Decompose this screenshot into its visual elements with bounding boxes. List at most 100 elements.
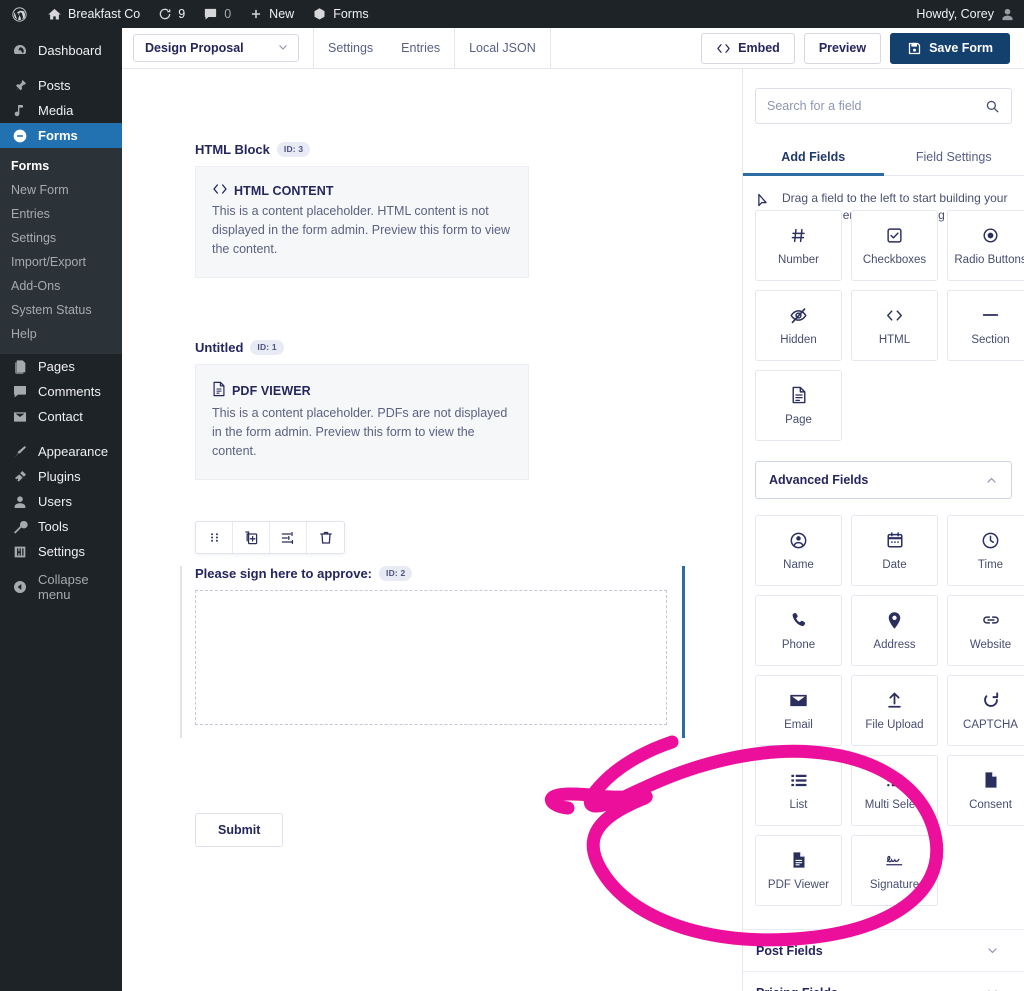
form-canvas[interactable]: HTML Block ID: 3 HTML CONTENT This is a … <box>122 69 742 991</box>
field-card-website[interactable]: Website <box>947 595 1024 666</box>
submenu-item-forms[interactable]: Forms <box>0 154 122 178</box>
field-card-address[interactable]: Address <box>851 595 938 666</box>
field-card-section[interactable]: Section <box>947 290 1024 361</box>
field-action-toolbar[interactable] <box>195 521 345 554</box>
sidebar-item-contact[interactable]: Contact <box>0 404 122 429</box>
field-card-html[interactable]: HTML <box>851 290 938 361</box>
submenu-item-help[interactable]: Help <box>0 322 122 346</box>
signature-drawing-area[interactable] <box>195 590 667 725</box>
form-field-pdf-viewer[interactable]: Untitled ID: 1 PDF VIEWER This is a cont… <box>195 340 529 480</box>
sidebar-item-label: Appearance <box>38 444 109 459</box>
captcha-icon <box>982 690 1000 710</box>
settings-icon <box>11 544 29 560</box>
updates-link[interactable]: 9 <box>149 0 194 28</box>
sidebar-item-collapse-menu[interactable]: Collapse menu <box>0 571 122 602</box>
sidebar-item-media[interactable]: Media <box>0 98 122 123</box>
trash-icon[interactable] <box>307 522 344 553</box>
field-card-name[interactable]: Name <box>755 515 842 586</box>
accordion-label: Post Fields <box>756 943 823 958</box>
comments-link[interactable]: 0 <box>194 0 240 28</box>
document-icon <box>212 381 226 400</box>
toolbar-link-entries[interactable]: Entries <box>387 28 454 69</box>
submenu-item-new-form[interactable]: New Form <box>0 178 122 202</box>
accordion-pricing-fields[interactable]: Pricing Fields <box>743 971 1024 991</box>
search-box[interactable] <box>755 88 1012 124</box>
sidebar-item-forms[interactable]: Forms <box>0 123 122 148</box>
new-content-link[interactable]: New <box>240 0 303 28</box>
field-card-pdf-viewer[interactable]: PDF Viewer <box>755 835 842 906</box>
phone-icon <box>790 610 808 630</box>
sidebar-item-users[interactable]: Users <box>0 489 122 514</box>
field-card-checkboxes[interactable]: Checkboxes <box>851 210 938 281</box>
sidebar-item-label: Comments <box>38 384 101 399</box>
sidebar-item-appearance[interactable]: Appearance <box>0 439 122 464</box>
forms-icon <box>11 128 29 144</box>
submenu-item-system-status[interactable]: System Status <box>0 298 122 322</box>
site-name-link[interactable]: Breakfast Co <box>38 0 149 28</box>
tab-field-settings[interactable]: Field Settings <box>884 140 1024 175</box>
duplicate-icon[interactable] <box>233 522 270 553</box>
search-icon[interactable] <box>985 99 1000 114</box>
howdy-label: Howdy, Corey <box>916 7 994 21</box>
submenu-item-import-export[interactable]: Import/Export <box>0 250 122 274</box>
field-card-label: Section <box>971 334 1010 346</box>
field-card-date[interactable]: Date <box>851 515 938 586</box>
field-card-multi-select[interactable]: Multi Select <box>851 755 938 826</box>
field-card-hidden[interactable]: Hidden <box>755 290 842 361</box>
tab-add-fields[interactable]: Add Fields <box>743 140 884 176</box>
sidebar-item-tools[interactable]: Tools <box>0 514 122 539</box>
save-form-button[interactable]: Save Form <box>890 32 1010 64</box>
advanced-fields-grid: Name Date Time Phone Address Website Ema… <box>743 515 1024 906</box>
submit-button[interactable]: Submit <box>195 813 284 847</box>
chevron-down-icon <box>986 944 999 957</box>
form-selector[interactable]: Design Proposal <box>133 34 299 62</box>
adminbar-forms-link[interactable]: Forms <box>303 0 377 28</box>
toolbar-link-local-json[interactable]: Local JSON <box>455 28 550 69</box>
embed-button[interactable]: Embed <box>701 32 795 64</box>
submenu-item-add-ons[interactable]: Add-Ons <box>0 274 122 298</box>
sidebar-item-comments[interactable]: Comments <box>0 379 122 404</box>
sidebar-item-settings[interactable]: Settings <box>0 539 122 564</box>
field-card-radio-buttons[interactable]: Radio Buttons <box>947 210 1024 281</box>
preview-button[interactable]: Preview <box>803 32 882 64</box>
field-card-consent[interactable]: Consent <box>947 755 1024 826</box>
new-content-label: New <box>269 7 295 21</box>
updates-count: 9 <box>178 7 186 21</box>
field-card-label: Time <box>977 559 1004 571</box>
sidebar-item-label: Dashboard <box>38 43 102 58</box>
sidebar-item-label: Collapse menu <box>38 571 89 602</box>
sidebar-item-pages[interactable]: Pages <box>0 354 122 379</box>
form-field-html-block[interactable]: HTML Block ID: 3 HTML CONTENT This is a … <box>195 142 529 278</box>
field-label: HTML Block <box>195 142 270 157</box>
search-wrap <box>743 69 1024 124</box>
media-icon <box>11 103 29 119</box>
wordpress-logo-icon <box>11 6 28 23</box>
field-card-phone[interactable]: Phone <box>755 595 842 666</box>
toolbar-link-settings[interactable]: Settings <box>314 28 387 69</box>
sidebar-item-dashboard[interactable]: Dashboard <box>0 38 122 63</box>
sidebar-item-posts[interactable]: Posts <box>0 73 122 98</box>
field-card-signature[interactable]: Signature <box>851 835 938 906</box>
submenu-item-settings[interactable]: Settings <box>0 226 122 250</box>
field-card-email[interactable]: Email <box>755 675 842 746</box>
account-menu[interactable]: Howdy, Corey <box>907 0 1024 28</box>
field-card-page[interactable]: Page <box>755 370 842 441</box>
sliders-icon[interactable] <box>270 522 307 553</box>
field-card-captcha[interactable]: CAPTCHA <box>947 675 1024 746</box>
accordion-post-fields[interactable]: Post Fields <box>743 929 1024 971</box>
accordion-label: Advanced Fields <box>769 473 869 487</box>
search-input[interactable] <box>767 99 985 113</box>
field-card-list[interactable]: List <box>755 755 842 826</box>
plugins-icon <box>11 469 29 485</box>
accordion-advanced-fields[interactable]: Advanced Fields <box>755 461 1012 499</box>
sidebar-item-plugins[interactable]: Plugins <box>0 464 122 489</box>
submenu-item-entries[interactable]: Entries <box>0 202 122 226</box>
form-field-signature[interactable]: Please sign here to approve: ID: 2 <box>180 566 685 738</box>
field-label-row: Untitled ID: 1 <box>195 340 529 355</box>
wordpress-logo-button[interactable] <box>0 0 38 28</box>
drag-handle-icon[interactable] <box>196 522 233 553</box>
field-card-time[interactable]: Time <box>947 515 1024 586</box>
field-card-number[interactable]: Number <box>755 210 842 281</box>
field-card-file-upload[interactable]: File Upload <box>851 675 938 746</box>
field-card-label: Number <box>778 254 819 266</box>
